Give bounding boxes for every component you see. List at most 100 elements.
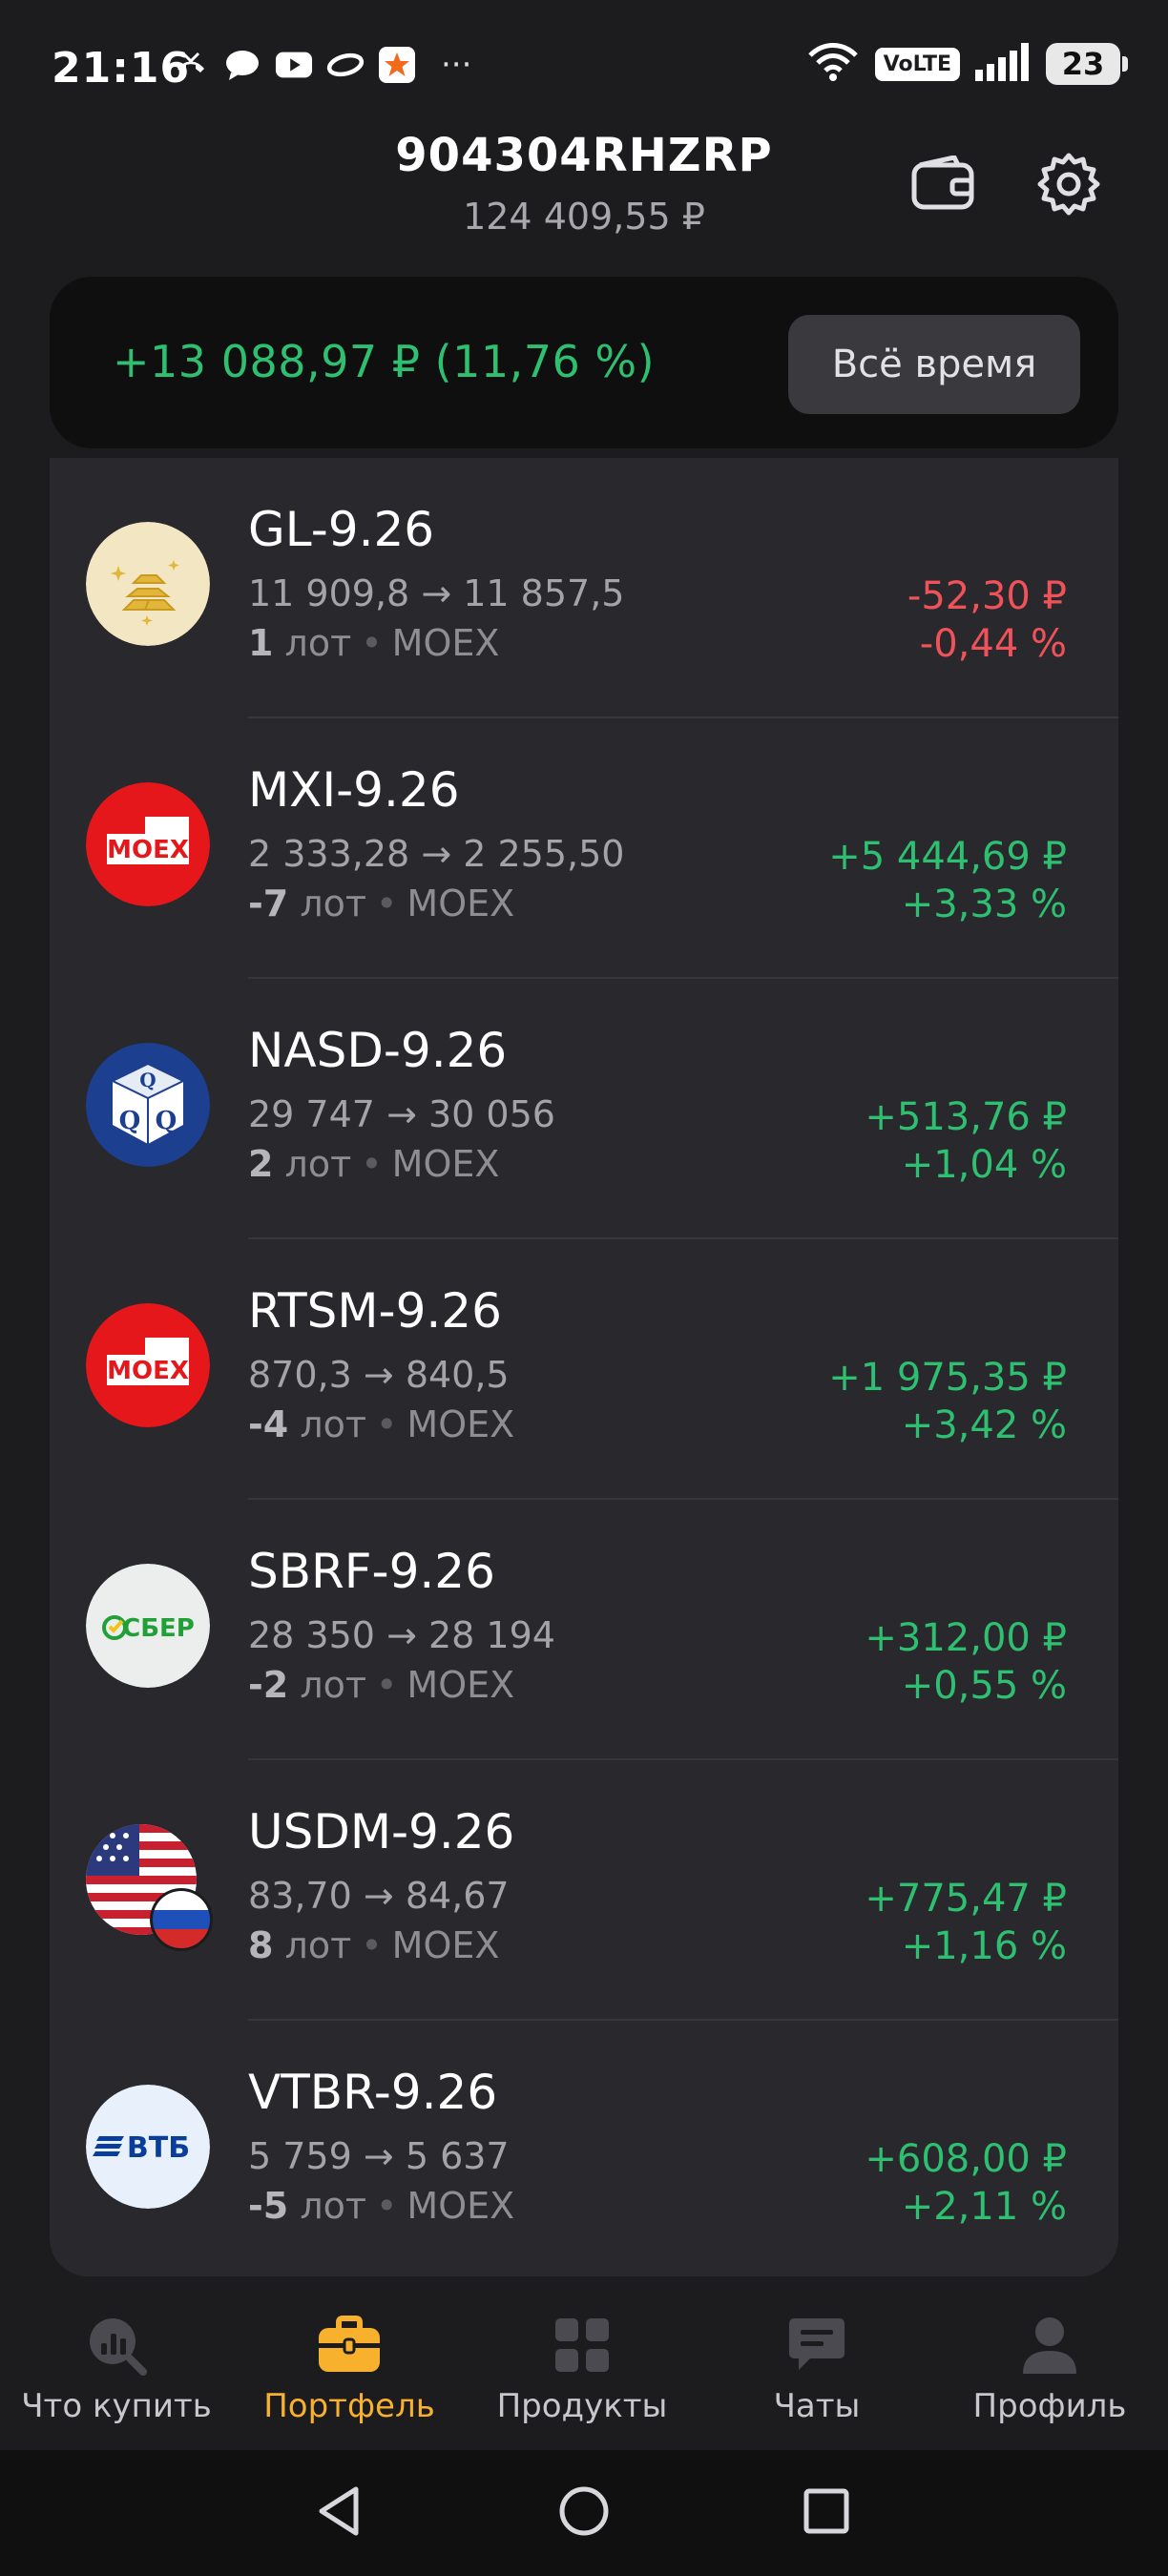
exchange-name: MOEX	[391, 1143, 500, 1185]
home-button[interactable]	[555, 2484, 613, 2542]
vtb-logo: ВТБ	[86, 2085, 210, 2209]
lot-count: -5	[248, 2185, 289, 2227]
wallet-icon	[910, 155, 975, 217]
more-notifications: ···	[441, 46, 472, 84]
arrow-right-icon: →	[421, 572, 464, 614]
missed-call-icon	[172, 46, 210, 84]
ring-app-icon	[326, 46, 365, 84]
position-pnl: +312,00 ₽	[865, 1616, 1067, 1660]
status-time: 21:16	[52, 44, 191, 93]
position-pnl-percent: +0,55 %	[901, 1664, 1067, 1708]
price-from: 2 333,28	[248, 833, 410, 875]
moex-logo: MOEX	[86, 782, 210, 906]
profit-summary-card: +13 088,97 ₽ (11,76 %) Всё время	[50, 277, 1118, 448]
lot-unit: лот	[300, 883, 366, 924]
price-from: 28 350	[248, 1614, 375, 1656]
price-to: 11 857,5	[463, 572, 625, 614]
account-name[interactable]: 904304RHZRP	[0, 129, 1168, 182]
nav-chats[interactable]: Чаты	[702, 2309, 931, 2425]
vtb-logo-text: ВТБ	[127, 2131, 190, 2165]
position-ticker: SBRF-9.26	[248, 1544, 495, 1599]
lot-count: 1	[248, 622, 274, 664]
wallet-button[interactable]	[905, 148, 981, 224]
gear-icon	[1035, 151, 1102, 221]
position-lots: -4 лот • MOEX	[248, 1403, 515, 1445]
battery-indicator: 23	[1046, 43, 1128, 85]
price-to: 2 255,50	[463, 833, 625, 875]
moex-logo: MOEX	[86, 1303, 210, 1427]
lot-unit: лот	[300, 1403, 366, 1445]
message-icon	[223, 46, 261, 84]
exchange-name: MOEX	[407, 2185, 515, 2227]
exchange-name: MOEX	[391, 622, 500, 664]
arrow-right-icon: →	[363, 1875, 406, 1917]
status-right: VoLTE 23	[806, 42, 1128, 86]
position-prices: 2 333,28 → 2 255,50	[248, 833, 624, 875]
lot-unit: лот	[300, 1664, 366, 1706]
position-pnl: +775,47 ₽	[865, 1877, 1067, 1921]
lot-count: -4	[248, 1403, 289, 1445]
position-pnl: -52,30 ₽	[907, 574, 1067, 618]
position-row-sbrf[interactable]: СБЕР SBRF-9.26 28 350 → 28 194 -2 лот • MO…	[50, 1500, 1118, 1760]
period-selector-button[interactable]: Всё время	[788, 315, 1080, 414]
position-row-rtsm[interactable]: MOEX RTSM-9.26 870,3 → 840,5 -4 лот • MOEX…	[50, 1239, 1118, 1500]
account-total-value: 124 409,55 ₽	[463, 196, 705, 238]
chart-search-icon	[2, 2309, 231, 2381]
price-to: 840,5	[405, 1354, 510, 1396]
position-row-nasd[interactable]: Q Q Q NASD-9.26 29 747 → 30 056 2 лот • MO…	[50, 979, 1118, 1239]
lot-count: -7	[248, 883, 289, 924]
nav-profile[interactable]: Профиль	[935, 2309, 1164, 2425]
exchange-name: MOEX	[407, 1403, 515, 1445]
price-from: 83,70	[248, 1875, 352, 1917]
lot-count: 2	[248, 1143, 274, 1185]
position-ticker: USDM-9.26	[248, 1804, 515, 1859]
wifi-icon	[806, 42, 860, 86]
position-row-mxi[interactable]: MOEX MXI-9.26 2 333,28 → 2 255,50 -7 лот…	[50, 718, 1118, 979]
price-to: 30 056	[428, 1093, 555, 1135]
price-to: 5 637	[405, 2135, 510, 2177]
notification-icons: ···	[172, 46, 471, 84]
nav-what-to-buy[interactable]: Что купить	[2, 2309, 231, 2425]
briefcase-icon	[235, 2309, 464, 2381]
arrow-right-icon: →	[386, 1614, 428, 1656]
position-ticker: RTSM-9.26	[248, 1283, 502, 1339]
position-prices: 83,70 → 84,67	[248, 1875, 510, 1917]
back-button[interactable]	[311, 2484, 368, 2542]
lot-count: 8	[248, 1924, 274, 1966]
nav-portfolio[interactable]: Портфель	[235, 2309, 464, 2425]
nav-label: Чаты	[773, 2387, 861, 2425]
position-row-usdm[interactable]: USDM-9.26 83,70 → 84,67 8 лот • MOEX +775,…	[50, 1760, 1118, 2021]
total-profit: +13 088,97 ₽ (11,76 %)	[113, 336, 656, 387]
nav-label: Что купить	[21, 2387, 212, 2425]
position-lots: -5 лот • MOEX	[248, 2185, 515, 2227]
position-pnl-percent: -0,44 %	[919, 622, 1067, 666]
positions-list: GL-9.26 11 909,8 → 11 857,5 1 лот • MOEX -…	[50, 458, 1118, 2276]
position-prices: 5 759 → 5 637	[248, 2135, 510, 2177]
position-row-vtbr[interactable]: ВТБ VTBR-9.26 5 759 → 5 637 -5 лот • MOEX …	[50, 2021, 1118, 2276]
svg-text:Q: Q	[119, 1107, 141, 1135]
position-pnl: +5 444,69 ₽	[828, 835, 1067, 879]
arrow-right-icon: →	[386, 1093, 428, 1135]
price-from: 5 759	[248, 2135, 352, 2177]
system-navigation-bar	[0, 2450, 1168, 2576]
chat-icon	[702, 2309, 931, 2381]
lot-count: -2	[248, 1664, 289, 1706]
recents-button[interactable]	[798, 2484, 855, 2542]
svg-text:Q: Q	[156, 1107, 177, 1135]
sber-logo: СБЕР	[86, 1564, 210, 1688]
position-pnl-percent: +1,16 %	[901, 1924, 1067, 1968]
lot-unit: лот	[300, 2185, 366, 2227]
youtube-icon	[275, 46, 313, 84]
usd-rub-flags-logo	[86, 1824, 213, 1951]
position-pnl-percent: +1,04 %	[901, 1143, 1067, 1187]
settings-button[interactable]	[1031, 148, 1107, 224]
grid-icon	[468, 2309, 697, 2381]
position-prices: 11 909,8 → 11 857,5	[248, 572, 624, 614]
status-bar: 21:16 ··· VoLTE 23	[0, 0, 1168, 134]
position-pnl-percent: +2,11 %	[901, 2185, 1067, 2229]
gold-bars-logo	[86, 522, 210, 646]
nav-products[interactable]: Продукты	[468, 2309, 697, 2425]
moex-logo-text: MOEX	[107, 836, 189, 864]
position-row-gl[interactable]: GL-9.26 11 909,8 → 11 857,5 1 лот • MOEX -…	[50, 458, 1118, 718]
nav-label: Профиль	[972, 2387, 1127, 2425]
